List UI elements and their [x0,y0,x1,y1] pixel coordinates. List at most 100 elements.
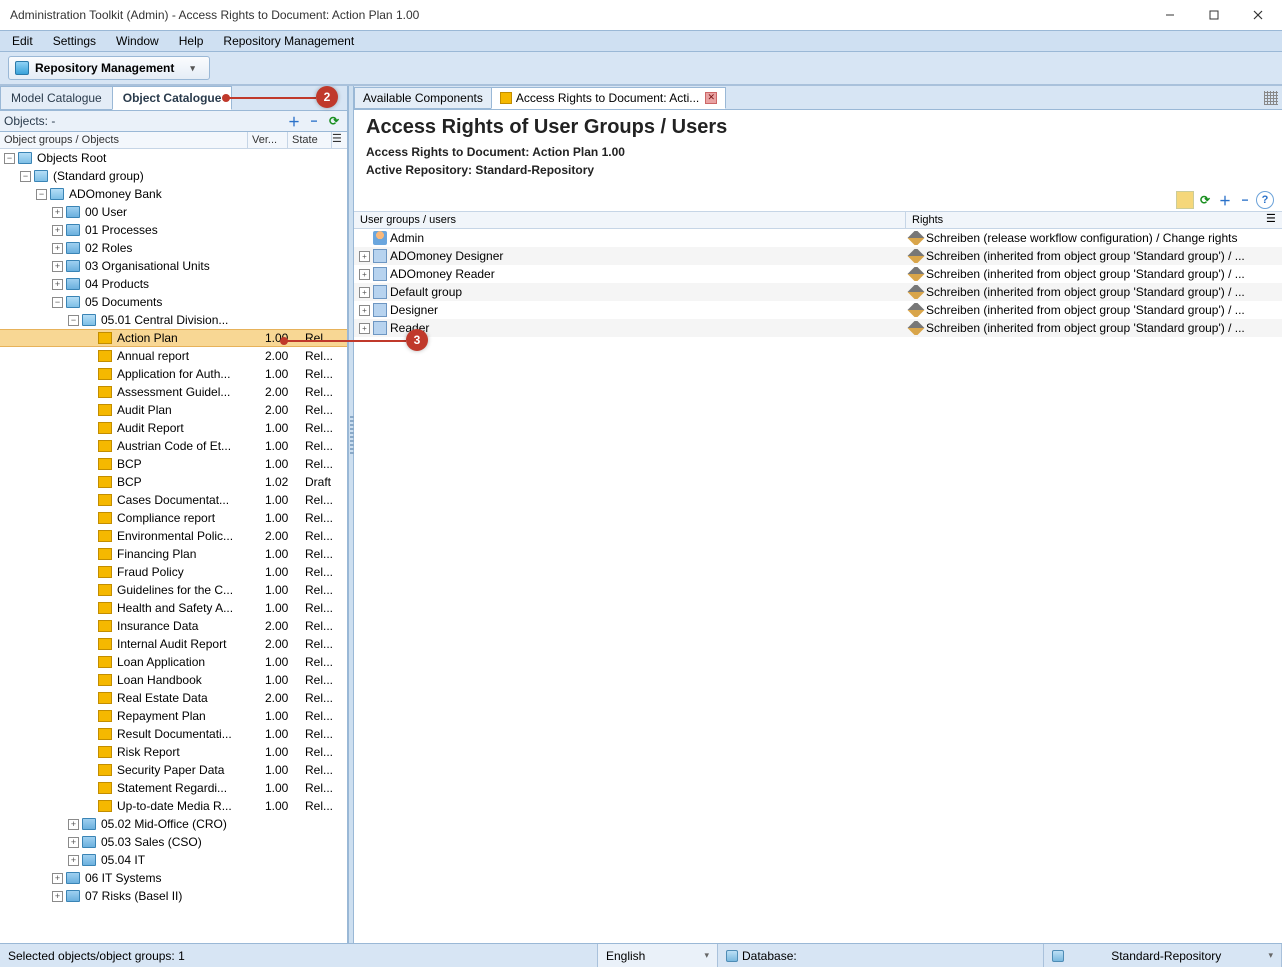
tree-row[interactable]: Compliance report1.00Rel... [0,509,347,527]
tree-row[interactable]: −ADOmoney Bank [0,185,347,203]
tree-row[interactable]: Internal Audit Report2.00Rel... [0,635,347,653]
expand-icon[interactable]: + [52,873,63,884]
status-database[interactable]: Database: [718,944,1044,967]
expand-icon[interactable]: + [52,243,63,254]
tree-row[interactable]: Security Paper Data1.00Rel... [0,761,347,779]
object-tree[interactable]: −Objects Root−(Standard group)−ADOmoney … [0,149,347,943]
tree-row[interactable]: Loan Application1.00Rel... [0,653,347,671]
menu-settings[interactable]: Settings [47,32,102,50]
add-right-button[interactable]: ＋ [1216,191,1234,209]
tree-col-version[interactable]: Ver... [248,132,288,148]
expand-icon[interactable]: + [68,819,79,830]
tree-row[interactable]: Statement Regardi...1.00Rel... [0,779,347,797]
tree-row[interactable]: BCP1.00Rel... [0,455,347,473]
tree-row[interactable]: Guidelines for the C...1.00Rel... [0,581,347,599]
tree-row[interactable]: Environmental Polic...2.00Rel... [0,527,347,545]
tree-row[interactable]: Audit Plan2.00Rel... [0,401,347,419]
tree-row[interactable]: +05.02 Mid-Office (CRO) [0,815,347,833]
col-config-icon[interactable]: ☰ [1266,212,1282,228]
tree-row[interactable]: Austrian Code of Et...1.00Rel... [0,437,347,455]
maximize-button[interactable] [1192,1,1236,29]
tree-row[interactable]: Cases Documentat...1.00Rel... [0,491,347,509]
objects-label[interactable]: Objects: - [4,114,55,128]
tab-object-catalogue[interactable]: Object Catalogue [112,86,233,110]
tree-row[interactable]: Annual report2.00Rel... [0,347,347,365]
rights-row[interactable]: +ReaderSchreiben (inherited from object … [354,319,1282,337]
tree-row[interactable]: Action Plan1.00Rel... [0,329,347,347]
tree-row[interactable]: Insurance Data2.00Rel... [0,617,347,635]
tree-row[interactable]: Health and Safety A...1.00Rel... [0,599,347,617]
collapse-icon[interactable]: − [52,297,63,308]
tree-row[interactable]: +03 Organisational Units [0,257,347,275]
tree-row[interactable]: Up-to-date Media R...1.00Rel... [0,797,347,815]
collapse-icon[interactable]: − [4,153,15,164]
status-repository-dropdown[interactable]: Standard-Repository ▾ [1044,944,1282,967]
tree-row[interactable]: −Objects Root [0,149,347,167]
tree-row[interactable]: Result Documentati...1.00Rel... [0,725,347,743]
tab-access-rights[interactable]: Access Rights to Document: Acti... ✕ [491,87,726,109]
help-button[interactable]: ? [1256,191,1274,209]
expand-icon[interactable]: + [52,207,63,218]
minimize-button[interactable] [1148,1,1192,29]
tree-row[interactable]: +02 Roles [0,239,347,257]
tree-row[interactable]: Application for Auth...1.00Rel... [0,365,347,383]
tree-row[interactable]: Risk Report1.00Rel... [0,743,347,761]
tree-row[interactable]: −05 Documents [0,293,347,311]
expand-icon[interactable]: + [359,323,370,334]
menu-help[interactable]: Help [173,32,210,50]
tab-available-components[interactable]: Available Components [354,87,492,109]
remove-object-button[interactable]: − [305,112,323,130]
expand-icon[interactable]: + [359,269,370,280]
refresh-objects-button[interactable]: ⟳ [325,112,343,130]
collapse-icon[interactable]: − [68,315,79,326]
close-tab-button[interactable]: ✕ [705,92,717,104]
tree-row[interactable]: Real Estate Data2.00Rel... [0,689,347,707]
tree-row[interactable]: +06 IT Systems [0,869,347,887]
tree-row[interactable]: BCP1.02Draft [0,473,347,491]
expand-icon[interactable]: + [359,287,370,298]
status-language-dropdown[interactable]: English ▾ [598,944,718,967]
remove-right-button[interactable]: − [1236,191,1254,209]
tree-row[interactable]: +07 Risks (Basel II) [0,887,347,905]
rights-row[interactable]: AdminSchreiben (release workflow configu… [354,229,1282,247]
expand-icon[interactable]: + [52,261,63,272]
tab-model-catalogue[interactable]: Model Catalogue [0,86,113,110]
refresh-rights-button[interactable]: ⟳ [1196,191,1214,209]
tree-col-config-icon[interactable]: ☰ [332,132,347,148]
menu-repository-management[interactable]: Repository Management [217,32,360,50]
tree-row[interactable]: +04 Products [0,275,347,293]
rights-row[interactable]: +DesignerSchreiben (inherited from objec… [354,301,1282,319]
tree-row[interactable]: +00 User [0,203,347,221]
collapse-icon[interactable]: − [36,189,47,200]
tree-row[interactable]: +05.03 Sales (CSO) [0,833,347,851]
expand-icon[interactable]: + [52,891,63,902]
add-object-button[interactable]: ＋ [285,112,303,130]
menu-edit[interactable]: Edit [6,32,39,50]
tab-list-icon[interactable] [1264,91,1278,105]
expand-icon[interactable]: + [52,279,63,290]
tree-row[interactable]: +01 Processes [0,221,347,239]
tree-col-name[interactable]: Object groups / Objects [0,132,248,148]
collapse-icon[interactable]: − [20,171,31,182]
expand-icon[interactable]: + [68,837,79,848]
add-user-button[interactable] [1176,191,1194,209]
tree-col-state[interactable]: State [288,132,332,148]
expand-icon[interactable]: + [52,225,63,236]
tree-row[interactable]: Financing Plan1.00Rel... [0,545,347,563]
tree-row[interactable]: Fraud Policy1.00Rel... [0,563,347,581]
tree-row[interactable]: −(Standard group) [0,167,347,185]
tree-row[interactable]: Loan Handbook1.00Rel... [0,671,347,689]
tree-row[interactable]: Audit Report1.00Rel... [0,419,347,437]
rights-row[interactable]: +Default groupSchreiben (inherited from … [354,283,1282,301]
tree-row[interactable]: −05.01 Central Division... [0,311,347,329]
menu-window[interactable]: Window [110,32,165,50]
close-button[interactable] [1236,1,1280,29]
expand-icon[interactable]: + [68,855,79,866]
repository-management-dropdown[interactable]: Repository Management [8,56,210,80]
rights-row[interactable]: +ADOmoney ReaderSchreiben (inherited fro… [354,265,1282,283]
rights-row[interactable]: +ADOmoney DesignerSchreiben (inherited f… [354,247,1282,265]
tree-row[interactable]: +05.04 IT [0,851,347,869]
col-user-groups[interactable]: User groups / users [354,212,906,228]
col-rights[interactable]: Rights [906,212,1266,228]
tree-row[interactable]: Assessment Guidel...2.00Rel... [0,383,347,401]
